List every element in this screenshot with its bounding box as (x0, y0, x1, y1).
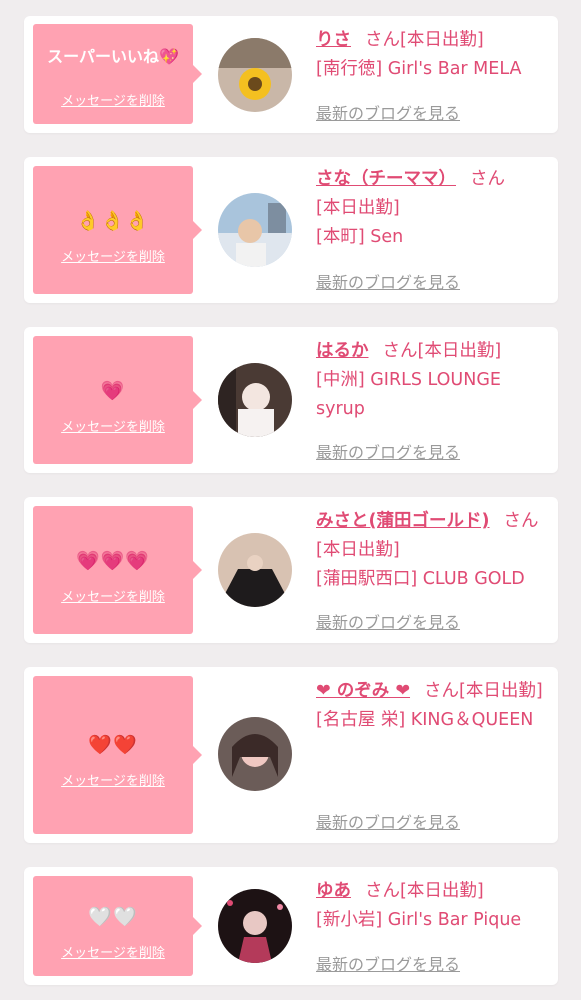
cast-name-link[interactable]: ❤︎ のぞみ ❤︎ (316, 681, 410, 701)
avatar[interactable] (218, 889, 292, 963)
avatar[interactable] (218, 38, 292, 112)
cast-info: ゆあ さん[本日出勤] [新小岩] Girl's Bar Pique (316, 877, 548, 935)
avatar[interactable] (218, 533, 292, 607)
latest-blog-link[interactable]: 最新のブログを見る (316, 100, 460, 124)
avatar[interactable] (218, 363, 292, 437)
shop-name: [新小岩] Girl's Bar Pique (316, 910, 522, 930)
delete-message-link[interactable]: メッセージを削除 (33, 942, 193, 961)
latest-blog-link[interactable]: 最新のブログを見る (316, 439, 460, 463)
latest-blog-link[interactable]: 最新のブログを見る (316, 809, 460, 833)
cast-info: さな（チーママ） さん [本日出勤] [本町] Sen (316, 165, 548, 252)
work-status: [本日出勤] (316, 540, 400, 560)
honorific: さん (503, 511, 539, 531)
message-card: 💗💗💗 メッセージを削除 みさと(蒲田ゴールド) さん [本日出勤] [蒲田駅西口]… (24, 497, 558, 643)
cast-info: りさ さん[本日出勤] [南行徳] Girl's Bar MELA (316, 26, 548, 84)
honorific: さん (470, 169, 505, 189)
work-status: [本日出勤] (400, 881, 484, 901)
message-card: スーパーいいね💖 メッセージを削除 りさ さん[本日出勤] [南行徳] Girl'… (24, 16, 558, 133)
work-status: [本日出勤] (459, 681, 543, 701)
cast-info: はるか さん[本日出勤] [中洲] GIRLS LOUNGE syrup (316, 337, 548, 424)
reaction-emoji: 💗💗💗 (33, 550, 193, 572)
white-heart-icon: 🤍🤍 (88, 906, 138, 928)
cast-info: みさと(蒲田ゴールド) さん [本日出勤] [蒲田駅西口] CLUB GOLD (316, 507, 548, 594)
cast-info: ❤︎ のぞみ ❤︎ さん[本日出勤] [名古屋 栄] KING＆QUEEN (316, 677, 548, 735)
reaction-emoji: ❤️❤️ (33, 734, 193, 756)
delete-message-link[interactable]: メッセージを削除 (33, 416, 193, 435)
delete-message-link[interactable]: メッセージを削除 (33, 246, 193, 265)
heart-icon: 💗 (100, 380, 126, 402)
message-card: 💗 メッセージを削除 はるか さん[本日出勤] [中洲] GIRLS LOUNGE… (24, 327, 558, 473)
cast-name-link[interactable]: さな（チーママ） (316, 169, 456, 189)
cast-name-link[interactable]: はるか (316, 341, 369, 361)
work-status: [本日出勤] (417, 341, 502, 361)
shop-name: [南行徳] Girl's Bar MELA (316, 59, 522, 79)
ok-hand-icon: 👌👌👌 (76, 210, 150, 232)
shop-name: [蒲田駅西口] CLUB GOLD (316, 569, 525, 589)
latest-blog-link[interactable]: 最新のブログを見る (316, 951, 460, 975)
latest-blog-link[interactable]: 最新のブログを見る (316, 269, 460, 293)
reaction-bubble: 💗💗💗 メッセージを削除 (33, 506, 202, 634)
work-status: [本日出勤] (316, 198, 400, 218)
heart-icon: 💗💗💗 (76, 550, 150, 572)
delete-message-link[interactable]: メッセージを削除 (33, 586, 193, 605)
latest-blog-link[interactable]: 最新のブログを見る (316, 609, 460, 633)
reaction-emoji: 🤍🤍 (33, 906, 193, 928)
reaction-emoji: 💗 (33, 380, 193, 402)
reaction-bubble: 🤍🤍 メッセージを削除 (33, 876, 202, 976)
work-status: [本日出勤] (400, 30, 484, 50)
reaction-bubble: 💗 メッセージを削除 (33, 336, 202, 464)
avatar[interactable] (218, 193, 292, 267)
cast-name-link[interactable]: りさ (316, 30, 351, 50)
honorific: さん (365, 881, 400, 901)
honorific: さん (424, 681, 460, 701)
cast-name-link[interactable]: みさと(蒲田ゴールド) (316, 511, 490, 531)
avatar[interactable] (218, 717, 292, 791)
reaction-bubble: ❤️❤️ メッセージを削除 (33, 676, 202, 834)
reaction-bubble: スーパーいいね💖 メッセージを削除 (33, 24, 202, 124)
honorific: さん (365, 30, 400, 50)
delete-message-link[interactable]: メッセージを削除 (33, 90, 193, 109)
shop-name: [中洲] GIRLS LOUNGE syrup (316, 370, 501, 419)
delete-message-link[interactable]: メッセージを削除 (33, 770, 193, 789)
shop-name: [本町] Sen (316, 227, 404, 247)
reaction-emoji: 👌👌👌 (33, 210, 193, 232)
message-card: 🤍🤍 メッセージを削除 ゆあ さん[本日出勤] [新小岩] Girl's Bar … (24, 867, 558, 985)
shop-name: [名古屋 栄] KING＆QUEEN (316, 710, 534, 730)
message-card: ❤️❤️ メッセージを削除 ❤︎ のぞみ ❤︎ さん[本日出勤] [名古屋 栄] … (24, 667, 558, 843)
reaction-text: スーパーいいね💖 (47, 47, 179, 66)
heart-icon: ❤️❤️ (88, 734, 138, 756)
message-card: 👌👌👌 メッセージを削除 さな（チーママ） さん [本日出勤] [本町] Sen … (24, 157, 558, 303)
reaction-bubble: 👌👌👌 メッセージを削除 (33, 166, 202, 294)
cast-name-link[interactable]: ゆあ (316, 881, 351, 901)
honorific: さん (382, 341, 418, 361)
